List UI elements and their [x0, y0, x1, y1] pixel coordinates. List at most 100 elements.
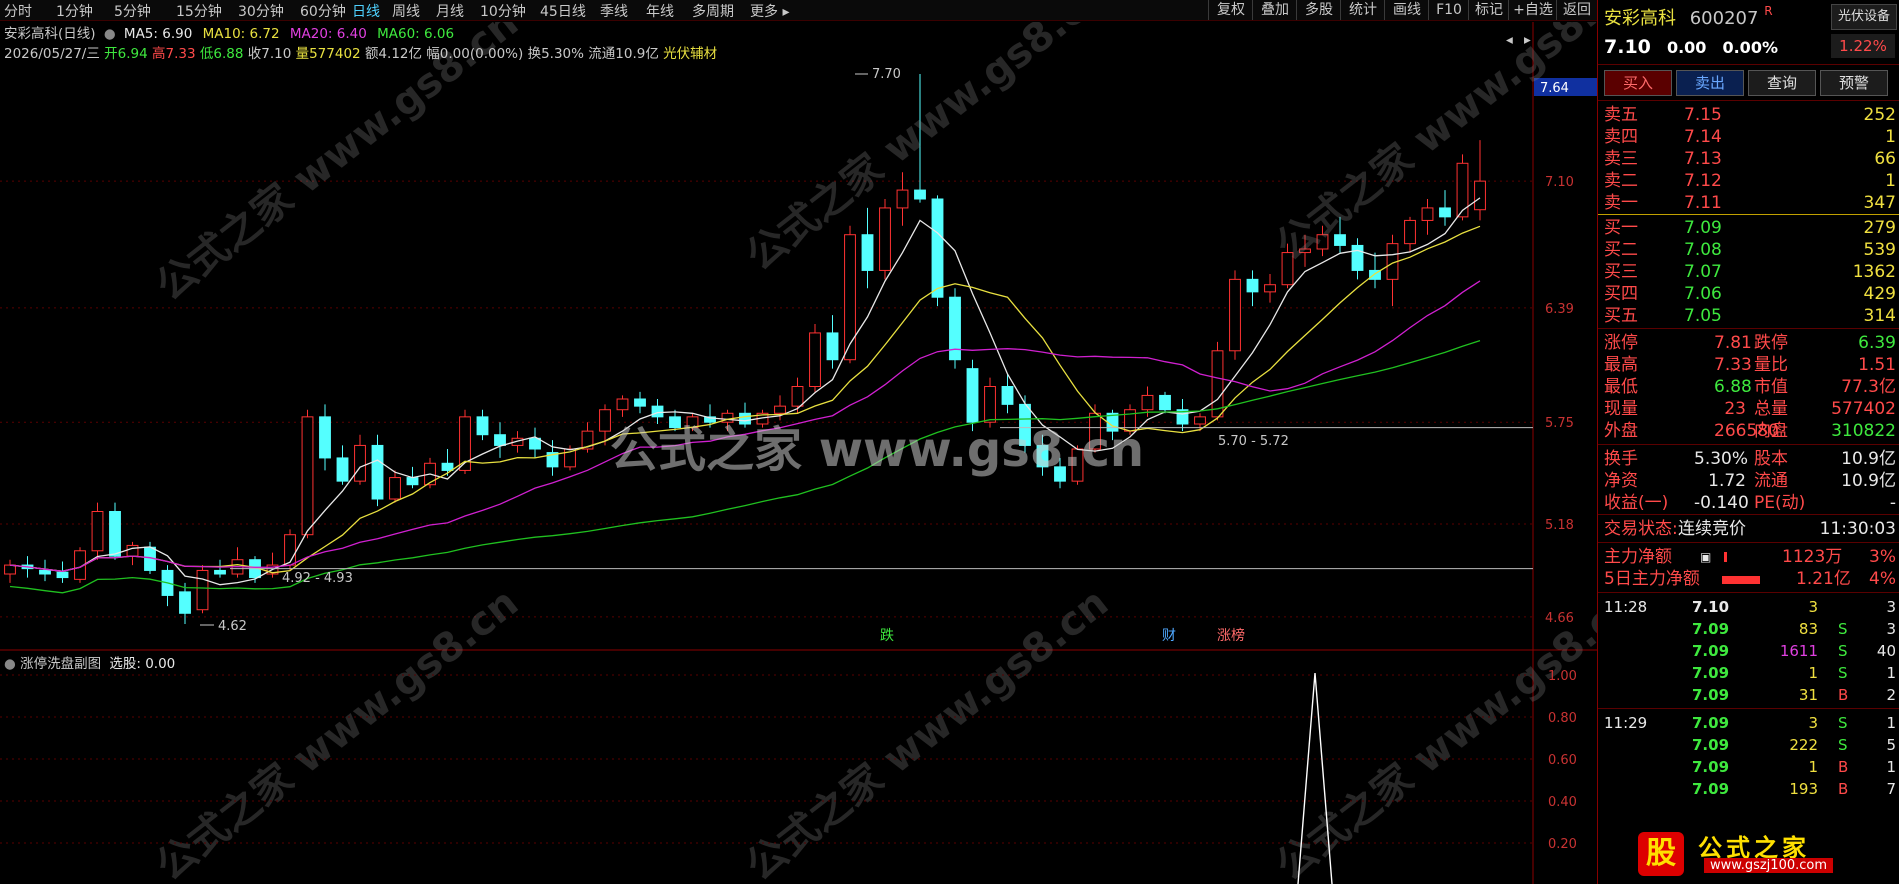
ma10-line [9, 225, 1481, 574]
ask-volume: 1 [1885, 171, 1896, 191]
period-tab-12[interactable]: 年线 [646, 1, 674, 21]
logo-badge: 股 [1638, 832, 1684, 876]
period-tab-0[interactable]: 分时 [4, 1, 32, 21]
event-marker-limit-up: 涨榜 [1217, 627, 1245, 644]
candle-body [1246, 278, 1259, 293]
stat-label: 涨停 [1604, 333, 1638, 353]
stat-label: 收益(一) [1604, 493, 1669, 513]
settings-icon[interactable]: ● [104, 26, 116, 42]
scroll-right-icon[interactable]: ▸ [1524, 32, 1531, 48]
info-turnover: 换5.30% [527, 46, 584, 62]
bid-volume: 429 [1863, 284, 1896, 304]
main-net-pct: 3% [1869, 547, 1896, 567]
bid-row[interactable]: 买五 7.05 314 [1604, 305, 1896, 327]
tick-side: B [1838, 758, 1849, 776]
tick-row: 7.09 1611 S 40 [1604, 640, 1896, 662]
sub-tick-label: 0.60 [1548, 753, 1577, 768]
alert-button[interactable]: 预警 [1820, 70, 1888, 96]
tick-count: 2 [1886, 686, 1896, 704]
tool-button-2[interactable]: 多股 [1296, 0, 1341, 20]
bid-price: 7.09 [1684, 218, 1722, 238]
tick-price: 7.10 [1692, 598, 1730, 616]
ask-row[interactable]: 卖五 7.15 252 [1604, 104, 1896, 126]
stat-label: 最低 [1604, 377, 1638, 397]
bid-row[interactable]: 买四 7.06 429 [1604, 283, 1896, 305]
period-tab-7[interactable]: 周线 [392, 1, 420, 21]
tool-button-8[interactable]: 返回 [1556, 0, 1597, 20]
candle-body [1439, 207, 1451, 218]
bid-row[interactable]: 买一 7.09 279 [1604, 217, 1896, 239]
tick-row: 7.09 1 B 1 [1604, 756, 1896, 778]
ask-volume: 252 [1863, 105, 1896, 125]
stat-label: 现量 [1604, 399, 1638, 419]
period-tab-9[interactable]: 10分钟 [480, 1, 526, 21]
tick-minute-divider [1598, 708, 1899, 709]
candle-body [931, 198, 944, 298]
stat-row: 换手 5.30% 股本 10.9亿 [1604, 448, 1896, 470]
range-annotation-2: 5.70 - 5.72 [1218, 434, 1289, 449]
bid-row[interactable]: 买三 7.07 1362 [1604, 261, 1896, 283]
ask-row[interactable]: 卖三 7.13 66 [1604, 148, 1896, 170]
period-tab-6[interactable]: 日线 [352, 1, 380, 21]
ask-row[interactable]: 卖一 7.11 347 [1604, 192, 1896, 214]
kline-chart[interactable]: 7.106.395.755.184.667.647.704.624.92 - 4… [0, 22, 1597, 884]
price-change: 0.00 [1666, 38, 1707, 57]
ohlc-info-row: 2026/05/27/三 开6.94 高7.33 低6.88 收7.10 量57… [4, 42, 717, 62]
tick-volume: 193 [1789, 780, 1818, 798]
tool-button-5[interactable]: F10 [1428, 0, 1469, 20]
period-tab-11[interactable]: 季线 [600, 1, 628, 21]
period-tab-10[interactable]: 45日线 [540, 1, 586, 21]
period-tab-14[interactable]: 更多 ▸ [750, 1, 789, 21]
info-sector[interactable]: 光伏辅材 [663, 46, 717, 62]
main-net5-label: 5日主力净额 [1604, 569, 1700, 589]
tick-count: 40 [1876, 642, 1896, 660]
ask-row[interactable]: 卖四 7.14 1 [1604, 126, 1896, 148]
sub-tick-label: 0.20 [1548, 837, 1577, 852]
candle-body [529, 437, 541, 450]
period-tab-8[interactable]: 月线 [436, 1, 464, 21]
period-tab-3[interactable]: 15分钟 [176, 1, 222, 21]
event-marker-fall: 跌 [880, 628, 894, 644]
buy-button[interactable]: 买入 [1604, 70, 1672, 96]
sub-chart-title-row: ● 涨停洗盘副图 选股: 0.00 [4, 652, 175, 672]
candle-body [634, 398, 646, 407]
period-tab-13[interactable]: 多周期 [692, 1, 734, 21]
candle-body [861, 234, 874, 271]
sell-button[interactable]: 卖出 [1676, 70, 1744, 96]
tick-count: 7 [1886, 780, 1896, 798]
candle-body [966, 368, 979, 423]
period-tab-4[interactable]: 30分钟 [238, 1, 284, 21]
stat-row: 涨停 7.81 跌停 6.39 [1604, 332, 1896, 354]
candle-body [4, 564, 16, 575]
diagonal-watermark: 公式之家 www.gs8.cn [1268, 22, 1597, 270]
tool-button-4[interactable]: 画线 [1384, 0, 1429, 20]
stat-row: 最低 6.88 市值 77.3亿 [1604, 376, 1896, 398]
info-open: 开6.94 [104, 46, 148, 62]
sector-change: 1.22% [1831, 34, 1895, 58]
candle-body [1421, 207, 1434, 221]
scroll-left-icon[interactable]: ◂ [1506, 32, 1513, 48]
tick-price: 7.09 [1692, 686, 1730, 704]
ask-label: 卖五 [1604, 105, 1638, 125]
stat-value: 1.72 [1708, 471, 1746, 491]
tool-button-7[interactable]: +自选 [1508, 0, 1557, 20]
tool-button-1[interactable]: 叠加 [1252, 0, 1297, 20]
tool-button-0[interactable]: 复权 [1208, 0, 1253, 20]
sector-button[interactable]: 光伏设备 [1831, 4, 1897, 30]
book-divider [1598, 214, 1899, 215]
candle-body [406, 477, 419, 486]
logo-url: www.gszj100.com [1704, 858, 1834, 873]
period-tab-2[interactable]: 5分钟 [114, 1, 151, 21]
candle-body [844, 234, 856, 361]
ma10-label: MA10: 6.72 [202, 26, 280, 42]
period-tab-1[interactable]: 1分钟 [56, 1, 93, 21]
tool-button-6[interactable]: 标记 [1468, 0, 1509, 20]
candle-body [791, 386, 804, 407]
period-tab-5[interactable]: 60分钟 [300, 1, 346, 21]
query-button[interactable]: 查询 [1748, 70, 1816, 96]
collapse-icon[interactable]: ● [4, 656, 16, 672]
bid-row[interactable]: 买二 7.08 539 [1604, 239, 1896, 261]
ask-row[interactable]: 卖二 7.12 1 [1604, 170, 1896, 192]
candle-body [284, 534, 296, 566]
tool-button-3[interactable]: 统计 [1340, 0, 1385, 20]
